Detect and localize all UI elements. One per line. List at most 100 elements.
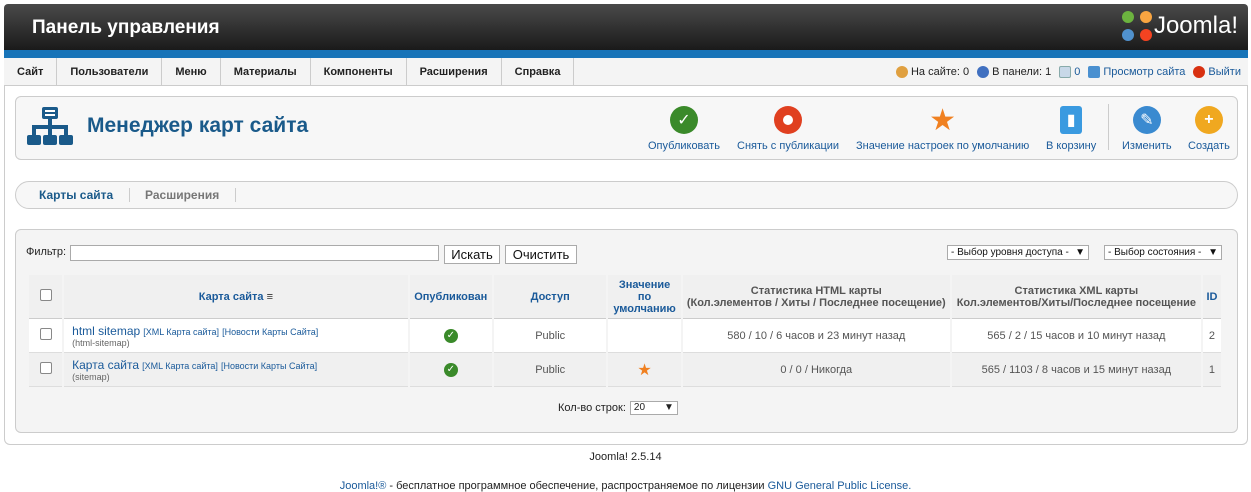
row-select-cell — [29, 319, 63, 353]
chevron-down-icon: ▼ — [1208, 247, 1218, 258]
publish-button[interactable]: ✓ Опубликовать — [648, 106, 720, 152]
publish-icon: ✓ — [669, 106, 698, 134]
col-sitemap-label: Карта сайта — [198, 290, 264, 303]
logout-link[interactable]: Выйти — [1193, 66, 1241, 78]
col-html-stats: Статистика HTML карты (Кол.элементов / Х… — [682, 275, 950, 319]
col-access[interactable]: Доступ — [493, 275, 607, 319]
clear-button[interactable]: Очистить — [505, 245, 577, 264]
default-button[interactable]: ★ Значение настроек по умолчанию — [856, 104, 1029, 153]
col-sitemap[interactable]: Карта сайта ≡ — [64, 275, 408, 319]
status-bar: На сайте: 0 В панели: 1 0 Просмотр сайта… — [895, 66, 1241, 78]
create-button[interactable]: + Создать — [1188, 106, 1230, 152]
col-default[interactable]: Значение по умолчанию — [608, 275, 681, 319]
html-stats-cell: 0 / 0 / Никогда — [682, 353, 950, 387]
license-text: Joomla!® - бесплатное программное обеспе… — [0, 480, 1251, 492]
users-on-site: На сайте: 0 — [895, 66, 970, 78]
xml-stats-cell: 565 / 2 / 15 часов и 10 минут назад — [951, 319, 1201, 353]
logo-text: Joomla! — [1153, 12, 1238, 39]
chevron-down-icon: ▼ — [1075, 247, 1085, 258]
accent-bar — [4, 50, 1248, 58]
access-level-value: - Выбор уровня доступа - — [951, 247, 1069, 258]
toolbar-divider — [1108, 104, 1109, 150]
messages-count: 0 — [1074, 66, 1081, 78]
menu-components[interactable]: Компоненты — [311, 58, 407, 86]
unpublish-icon — [774, 106, 803, 134]
default-star-icon: ★ — [637, 361, 652, 379]
user-icon — [895, 66, 908, 78]
col-default-line3: умолчанию — [613, 302, 676, 315]
unpublish-button[interactable]: Снять с публикации — [737, 106, 839, 152]
col-html-line1: Статистика HTML карты — [750, 284, 882, 297]
news-sitemap-link[interactable]: [Новости Карты Сайта] — [221, 361, 317, 371]
joomla-logo-icon — [1121, 11, 1152, 41]
access-cell: Public — [493, 353, 607, 387]
sitemap-alias: (html-sitemap) — [72, 337, 130, 348]
table-header-row: Карта сайта ≡ Опубликован Доступ Значени… — [29, 275, 1221, 319]
row-select-cell — [29, 353, 63, 387]
sort-icon: ≡ — [266, 290, 273, 303]
view-site-text: Просмотр сайта — [1103, 66, 1186, 78]
published-cell: ✓ — [409, 353, 492, 387]
joomla-link[interactable]: Joomla!® — [340, 480, 387, 492]
xml-stats-cell: 565 / 1103 / 8 часов и 15 минут назад — [951, 353, 1201, 387]
menu-menus[interactable]: Меню — [162, 58, 221, 86]
monitor-icon — [1088, 66, 1101, 78]
create-label: Создать — [1188, 140, 1230, 152]
page-title: Менеджер карт сайта — [87, 114, 309, 137]
rows-per-page-label: Кол-во строк: — [558, 402, 626, 414]
select-all-header — [29, 275, 63, 319]
published-check-icon[interactable]: ✓ — [443, 328, 458, 343]
col-default-line1: Значение — [618, 278, 671, 291]
tab-sitemaps[interactable]: Карты сайта — [39, 188, 113, 202]
view-site-link[interactable]: Просмотр сайта — [1088, 66, 1185, 78]
col-default-line2: по — [637, 290, 652, 303]
col-published[interactable]: Опубликован — [409, 275, 492, 319]
users-on-site-text: На сайте: 0 — [910, 66, 970, 78]
sitemap-name-link[interactable]: html sitemap — [72, 324, 140, 338]
tab-divider — [235, 188, 236, 202]
news-sitemap-link[interactable]: [Новости Карты Сайта] — [222, 327, 318, 337]
state-value: - Выбор состояния - — [1108, 247, 1202, 258]
default-cell[interactable] — [608, 319, 681, 353]
select-all-checkbox[interactable] — [39, 289, 52, 301]
logout-icon — [1193, 66, 1206, 78]
pencil-icon: ✎ — [1132, 106, 1161, 134]
messages-link[interactable]: 0 — [1059, 66, 1080, 78]
id-cell: 2 — [1202, 319, 1221, 353]
row-checkbox[interactable] — [39, 328, 52, 340]
gpl-link[interactable]: GNU General Public License. — [768, 480, 912, 492]
col-html-line2: (Кол.элементов / Хиты / Последнее посеще… — [686, 296, 946, 309]
col-id[interactable]: ID — [1202, 275, 1221, 319]
access-level-select[interactable]: - Выбор уровня доступа - ▼ — [947, 245, 1089, 260]
publish-label: Опубликовать — [648, 140, 720, 152]
access-cell: Public — [493, 319, 607, 353]
menu-extensions[interactable]: Расширения — [407, 58, 502, 86]
plus-icon: + — [1194, 106, 1223, 134]
trash-button[interactable]: ▮ В корзину — [1046, 106, 1096, 152]
rows-per-page-select[interactable]: 20 ▼ — [629, 401, 678, 415]
unpublish-label: Снять с публикации — [737, 140, 840, 152]
tab-extensions[interactable]: Расширения — [145, 188, 219, 202]
xml-sitemap-link[interactable]: [XML Карта сайта] — [143, 327, 219, 337]
sitemaps-table: Карта сайта ≡ Опубликован Доступ Значени… — [27, 275, 1223, 387]
search-button[interactable]: Искать — [444, 245, 500, 264]
menu-users[interactable]: Пользователи — [57, 58, 163, 86]
filter-input[interactable] — [70, 245, 439, 261]
xml-sitemap-link[interactable]: [XML Карта сайта] — [142, 361, 218, 371]
default-cell[interactable]: ★ — [608, 353, 681, 387]
top-header: Панель управления Joomla! — [4, 4, 1248, 50]
joomla-logo[interactable]: Joomla! — [1121, 11, 1238, 41]
state-select[interactable]: - Выбор состояния - ▼ — [1104, 245, 1222, 260]
sitemap-alias: (sitemap) — [72, 371, 110, 382]
published-check-icon[interactable]: ✓ — [443, 362, 458, 377]
sitemap-name-link[interactable]: Карта сайта — [72, 358, 139, 372]
menu-content[interactable]: Материалы — [221, 58, 311, 86]
menu-help[interactable]: Справка — [502, 58, 575, 86]
edit-button[interactable]: ✎ Изменить — [1122, 106, 1172, 152]
sitemap-name-cell: Карта сайта [XML Карта сайта] [Новости К… — [64, 353, 408, 387]
menu-site[interactable]: Сайт — [4, 58, 58, 86]
sitemap-icon — [27, 107, 73, 145]
users-in-panel: В панели: 1 — [977, 66, 1051, 78]
row-checkbox[interactable] — [39, 362, 52, 374]
version-text: Joomla! 2.5.14 — [589, 451, 662, 463]
